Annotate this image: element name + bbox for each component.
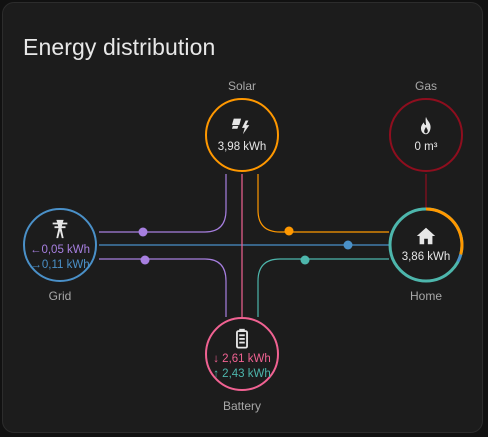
battery-label: Battery [222,399,261,413]
flow-dot-solar-home [284,226,294,236]
solar-value: 3,98 kWh [217,141,267,153]
home-value: 3,86 kWh [401,251,451,263]
home-label: Home [409,289,442,303]
flow-dot-battery-grid [140,255,150,265]
grid-export-value: →0,11 kWh [30,258,90,271]
solar-home-flow [257,174,389,233]
flow-dot-grid-home [343,240,353,250]
transmission-tower-icon [52,219,68,238]
gas-label: Gas [414,79,437,93]
gas-value: 0 m³ [414,141,438,153]
battery-home-flow [257,258,389,317]
solar-grid-flow [99,174,227,233]
solar-node[interactable]: 3,98 kWh [205,98,279,172]
solar-label: Solar [227,79,256,93]
battery-grid-flow [99,258,227,317]
flow-dot-battery-home [300,255,310,265]
grid-import-value: ←0,05 kWh [29,243,91,256]
fire-icon [420,116,431,135]
gas-node[interactable]: 0 m³ [389,98,463,172]
battery-icon [236,328,248,349]
home-node[interactable]: 3,86 kWh [389,208,463,282]
battery-discharge-value: ↑ 2,43 kWh [213,367,271,380]
flow-dot-solar-grid [138,227,148,237]
solar-power-icon [231,118,250,135]
grid-label: Grid [48,289,72,303]
battery-charge-value: ↓ 2,61 kWh [213,352,271,365]
home-icon [416,227,436,245]
battery-node[interactable]: ↓ 2,61 kWh ↑ 2,43 kWh [205,317,279,391]
grid-node[interactable]: ←0,05 kWh →0,11 kWh [23,208,97,282]
